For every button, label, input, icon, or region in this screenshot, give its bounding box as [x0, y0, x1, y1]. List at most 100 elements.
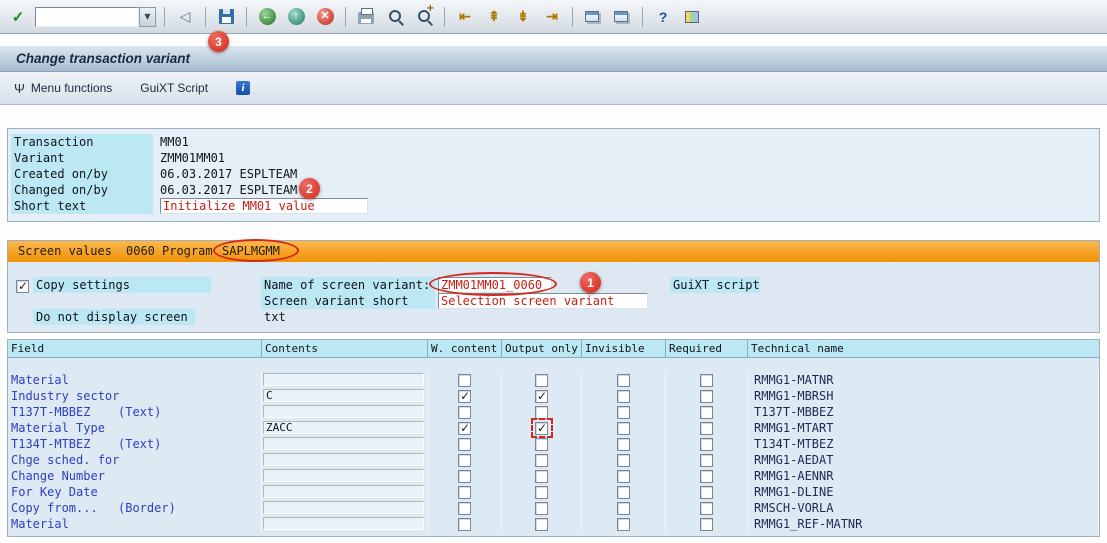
contents-field[interactable]	[263, 453, 424, 466]
info-button[interactable]: i	[236, 81, 251, 95]
output-only-checkbox[interactable]	[535, 453, 548, 467]
invisible-checkbox[interactable]	[617, 517, 630, 531]
contents-field[interactable]: ZACC	[263, 421, 424, 434]
w-content-checkbox[interactable]	[458, 469, 471, 483]
menu-functions-button[interactable]: Ψ Menu functions	[14, 81, 112, 96]
invisible-checkbox[interactable]	[617, 501, 630, 515]
required-checkbox[interactable]	[700, 389, 713, 403]
print-button[interactable]	[354, 5, 378, 29]
screen-variant-short-txt-input[interactable]	[438, 293, 648, 309]
find-button[interactable]	[383, 5, 407, 29]
field-label: T137T-MBBEZ	[11, 405, 91, 419]
contents-field[interactable]	[263, 373, 424, 386]
output-only-checkbox[interactable]	[535, 373, 548, 387]
w-content-checkbox[interactable]	[458, 485, 471, 499]
guixt-script-button[interactable]: GuiXT Script	[140, 81, 208, 95]
required-checkbox[interactable]	[700, 517, 713, 531]
required-checkbox[interactable]	[700, 453, 713, 467]
required-checkbox[interactable]	[700, 421, 713, 435]
invisible-checkbox[interactable]	[617, 437, 630, 451]
contents-field[interactable]	[263, 485, 424, 498]
required-checkbox[interactable]	[700, 373, 713, 387]
system-toolbar: ✓ ▼ ◁ ← ↑ ✕ + ⇤ ⇞ ⇟ ⇥ ?	[0, 0, 1107, 34]
invisible-checkbox[interactable]	[617, 405, 630, 419]
invisible-checkbox[interactable]	[617, 373, 630, 387]
new-session-button[interactable]	[581, 5, 605, 29]
back-nav-button[interactable]: ◁	[173, 5, 197, 29]
field-label: For Key Date	[11, 485, 98, 499]
save-button[interactable]	[214, 5, 238, 29]
required-checkbox[interactable]	[700, 469, 713, 483]
output-only-checkbox[interactable]	[535, 501, 548, 515]
page-down-button[interactable]: ⇟	[511, 5, 535, 29]
output-only-checkbox[interactable]	[535, 437, 548, 451]
technical-name: RMMG1-MTART	[748, 420, 1099, 436]
exit-arrow-icon: ↑	[287, 8, 305, 25]
w-content-checkbox[interactable]	[458, 373, 471, 387]
chevron-down-icon[interactable]: ▼	[139, 6, 156, 27]
detail-label: Short text	[11, 198, 153, 214]
contents-field[interactable]	[263, 501, 424, 514]
page-up-button[interactable]: ⇞	[482, 5, 506, 29]
exit-button[interactable]: ↑	[284, 5, 308, 29]
output-only-checkbox[interactable]	[535, 485, 548, 499]
required-checkbox[interactable]	[700, 437, 713, 451]
output-only-checkbox[interactable]	[535, 389, 548, 403]
output-only-checkbox[interactable]	[535, 421, 548, 435]
command-input[interactable]	[35, 6, 139, 27]
w-content-checkbox[interactable]	[458, 437, 471, 451]
table-row: Chge sched. for RMMG1-AEDAT	[8, 452, 1099, 468]
toolbar-separator	[345, 6, 346, 27]
back-button[interactable]: ←	[255, 5, 279, 29]
w-content-checkbox[interactable]	[458, 405, 471, 419]
invisible-checkbox[interactable]	[617, 469, 630, 483]
col-header-w-content: W. content	[428, 340, 502, 358]
contents-field[interactable]	[263, 517, 424, 530]
back-triangle-icon: ◁	[179, 8, 191, 24]
cancel-button[interactable]: ✕	[313, 5, 337, 29]
help-button[interactable]: ?	[651, 5, 675, 29]
technical-name: RMMG1-AEDAT	[748, 452, 1099, 468]
table-row: Material RMMG1_REF-MATNR	[8, 516, 1099, 532]
invisible-checkbox[interactable]	[617, 485, 630, 499]
w-content-checkbox[interactable]	[458, 389, 471, 403]
w-content-checkbox[interactable]	[458, 421, 471, 435]
output-only-checkbox[interactable]	[535, 469, 548, 483]
screen-variant-panel: Screen values 0060 Program SAPLMGMM Copy…	[7, 240, 1100, 333]
contents-field[interactable]: C	[263, 389, 424, 402]
program-name: SAPLMGMM	[222, 244, 280, 258]
create-shortcut-button[interactable]	[610, 5, 634, 29]
technical-name: RMMG1_REF-MATNR	[748, 516, 1099, 532]
detail-row: Short text	[11, 198, 368, 214]
copy-settings-checkbox[interactable]	[16, 279, 29, 293]
screen-variant-name-input[interactable]	[438, 277, 552, 293]
required-checkbox[interactable]	[700, 501, 713, 515]
guixt-script-checkbox-label: GuiXT script	[670, 277, 760, 293]
required-checkbox[interactable]	[700, 405, 713, 419]
first-page-button[interactable]: ⇤	[453, 5, 477, 29]
output-only-checkbox[interactable]	[535, 405, 548, 419]
invisible-checkbox[interactable]	[617, 421, 630, 435]
w-content-checkbox[interactable]	[458, 453, 471, 467]
invisible-checkbox[interactable]	[617, 389, 630, 403]
find-next-button[interactable]: +	[412, 3, 436, 29]
detail-label: Changed on/by	[11, 182, 153, 198]
contents-field[interactable]	[263, 405, 424, 418]
contents-field[interactable]	[263, 469, 424, 482]
detail-label: Variant	[11, 150, 153, 166]
customize-layout-button[interactable]	[680, 5, 704, 29]
w-content-checkbox[interactable]	[458, 501, 471, 515]
last-page-button[interactable]: ⇥	[540, 5, 564, 29]
screen-values-label: Screen values	[18, 244, 112, 258]
table-row: Material Type ZACC RMMG1-MTART	[8, 420, 1099, 436]
w-content-checkbox[interactable]	[458, 517, 471, 531]
required-checkbox[interactable]	[700, 485, 713, 499]
technical-name: RMMG1-AENNR	[748, 468, 1099, 484]
invisible-checkbox[interactable]	[617, 453, 630, 467]
toolbar-separator	[205, 6, 206, 27]
field-label: Change Number	[11, 469, 105, 483]
output-only-checkbox[interactable]	[535, 517, 548, 531]
contents-field[interactable]	[263, 437, 424, 450]
short-text-input[interactable]	[160, 198, 368, 214]
enter-button[interactable]: ✓	[6, 5, 30, 29]
